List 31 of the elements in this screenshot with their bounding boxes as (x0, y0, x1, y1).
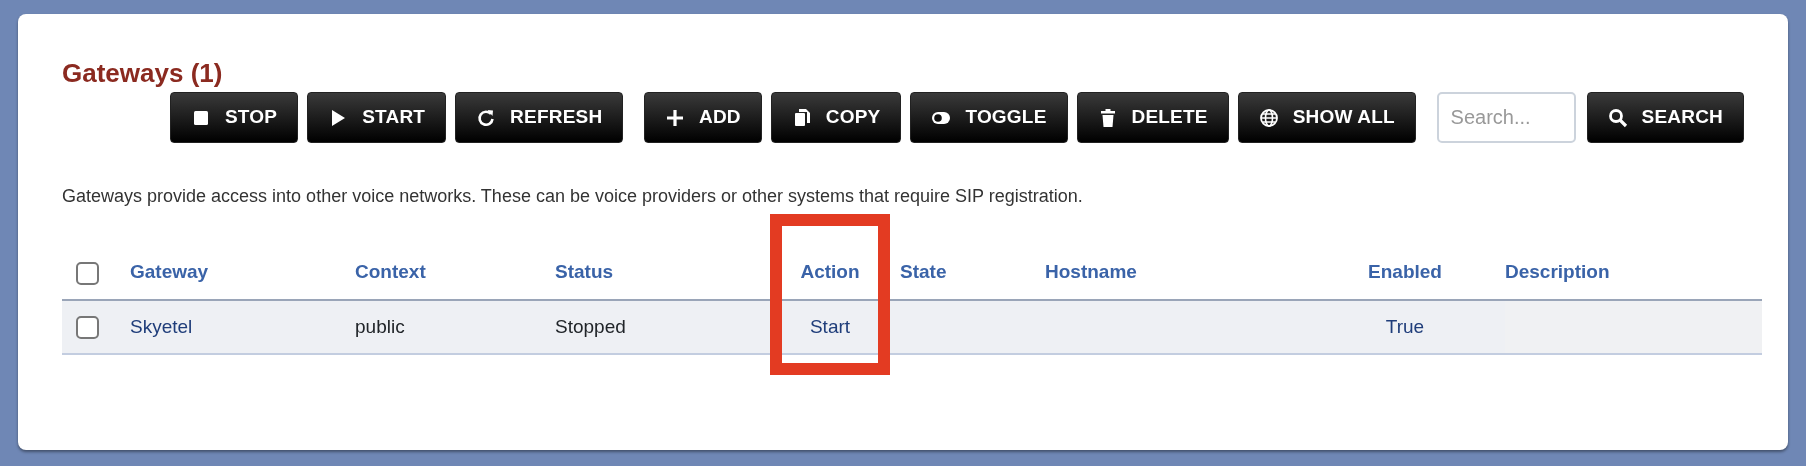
column-header[interactable]: Context (355, 261, 426, 283)
refresh-icon (476, 107, 497, 128)
toolbar-button[interactable]: TOGGLE (910, 92, 1068, 144)
table-cell: public (355, 315, 405, 337)
description-text: Gateways provide access into other voice networks. These can be voice providers or other systems that require SIP registration. (62, 185, 1084, 209)
column-header[interactable]: Description (1505, 261, 1610, 283)
column-header[interactable]: Status (555, 261, 614, 283)
table-link[interactable]: Skyetel (130, 315, 193, 337)
globe-icon (1258, 107, 1279, 128)
toolbar-button[interactable]: STOP (170, 92, 299, 144)
table-cell: Stopped (555, 315, 626, 337)
toolbar-button[interactable]: START (307, 92, 447, 144)
checkbox[interactable] (76, 316, 99, 340)
toolbar-button[interactable]: COPY (770, 92, 902, 144)
toolbar-button[interactable]: REFRESH (455, 92, 624, 144)
search-icon (1607, 107, 1628, 128)
column-header[interactable]: Gateway (130, 261, 209, 283)
column-header[interactable]: Action (800, 261, 860, 283)
table-link[interactable]: True (1385, 315, 1425, 337)
toolbar-button[interactable]: SEARCH (1586, 92, 1744, 144)
column-header[interactable]: State (900, 261, 947, 283)
column-header[interactable]: Hostname (1045, 261, 1137, 283)
plus-icon (665, 107, 685, 128)
search-field[interactable]: Search... (1436, 92, 1576, 144)
toolbar-button[interactable]: ADD (644, 92, 762, 144)
column-header[interactable]: Enabled (1368, 261, 1442, 283)
checkbox[interactable] (76, 261, 99, 285)
toolbar-button[interactable]: SHOW ALL (1237, 92, 1416, 144)
table-link[interactable]: Start (809, 315, 851, 337)
toolbar-button[interactable]: DELETE (1076, 92, 1229, 144)
page-title: Gateways (1) (62, 58, 224, 90)
